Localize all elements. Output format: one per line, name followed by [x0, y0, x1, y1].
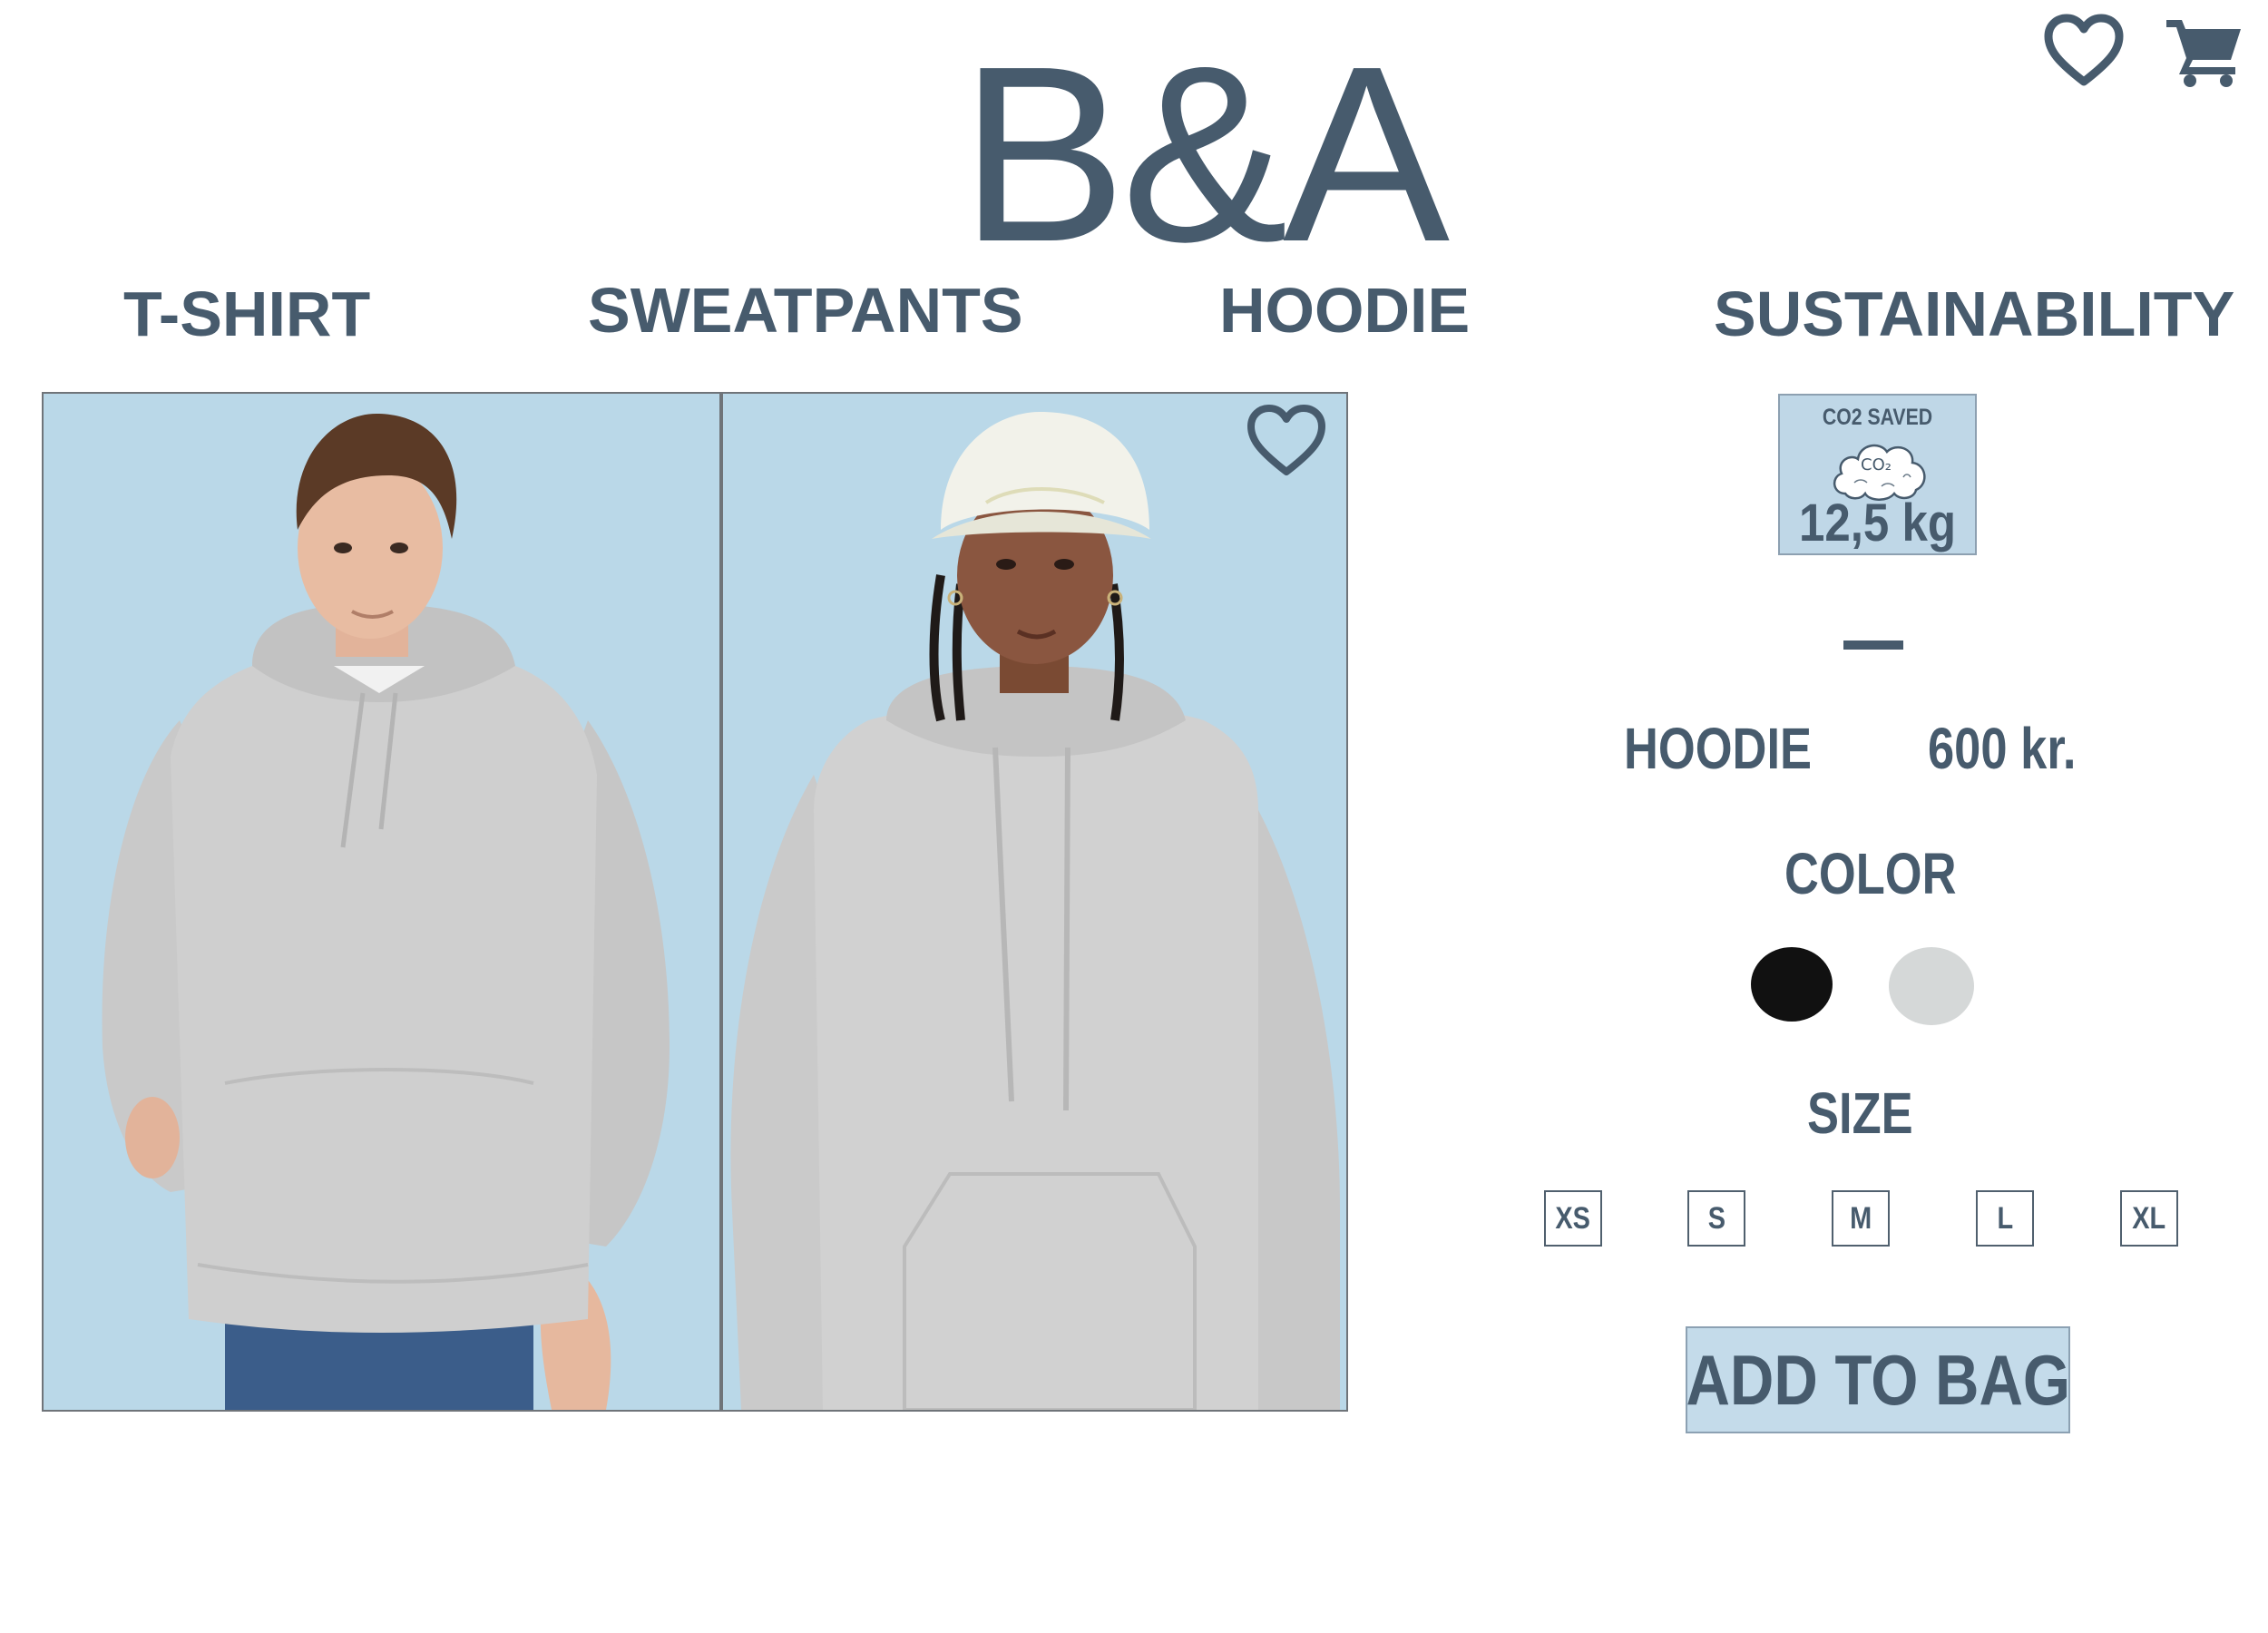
co2-badge-title: CO2 SAVED [1822, 405, 1933, 430]
co2-saved-badge: CO2 SAVED CO₂ 12,5 kg [1778, 394, 1977, 555]
size-option-xs[interactable]: XS [1544, 1190, 1602, 1247]
co2-cloud-text: CO₂ [1861, 455, 1892, 474]
nav-item-hoodie[interactable]: HOODIE [1219, 274, 1470, 347]
nav-item-tshirt[interactable]: T-SHIRT [123, 278, 370, 350]
size-label: SIZE [1807, 1081, 1913, 1146]
size-option-s[interactable]: S [1687, 1190, 1745, 1247]
product-image-woman[interactable] [721, 392, 1348, 1412]
add-to-bag-button[interactable]: ADD TO BAG [1686, 1326, 2070, 1433]
color-swatch-black[interactable] [1751, 947, 1833, 1022]
color-swatch-grey[interactable] [1889, 947, 1974, 1025]
nav-item-sustainability[interactable]: SUSTAINABILITY [1714, 278, 2234, 350]
size-option-l[interactable]: L [1976, 1190, 2034, 1247]
product-price: 600 kr. [1928, 716, 2077, 781]
brand-logo[interactable]: B&A [0, 9, 2268, 299]
size-option-m[interactable]: M [1832, 1190, 1890, 1247]
favorite-heart-icon[interactable] [1244, 403, 1329, 479]
product-name: HOODIE [1624, 716, 1813, 781]
cart-icon[interactable] [2166, 16, 2243, 87]
co2-saved-value: 12,5 kg [1798, 494, 1957, 552]
size-option-xl[interactable]: XL [2120, 1190, 2178, 1247]
product-image-man[interactable] [42, 392, 721, 1412]
nav-item-sweatpants[interactable]: SWEATPANTS [588, 274, 1023, 347]
color-label: COLOR [1784, 841, 1957, 906]
co2-cloud-icon: CO₂ [1827, 435, 1931, 503]
heart-icon[interactable] [2041, 13, 2126, 89]
divider-dash [1843, 640, 1903, 650]
